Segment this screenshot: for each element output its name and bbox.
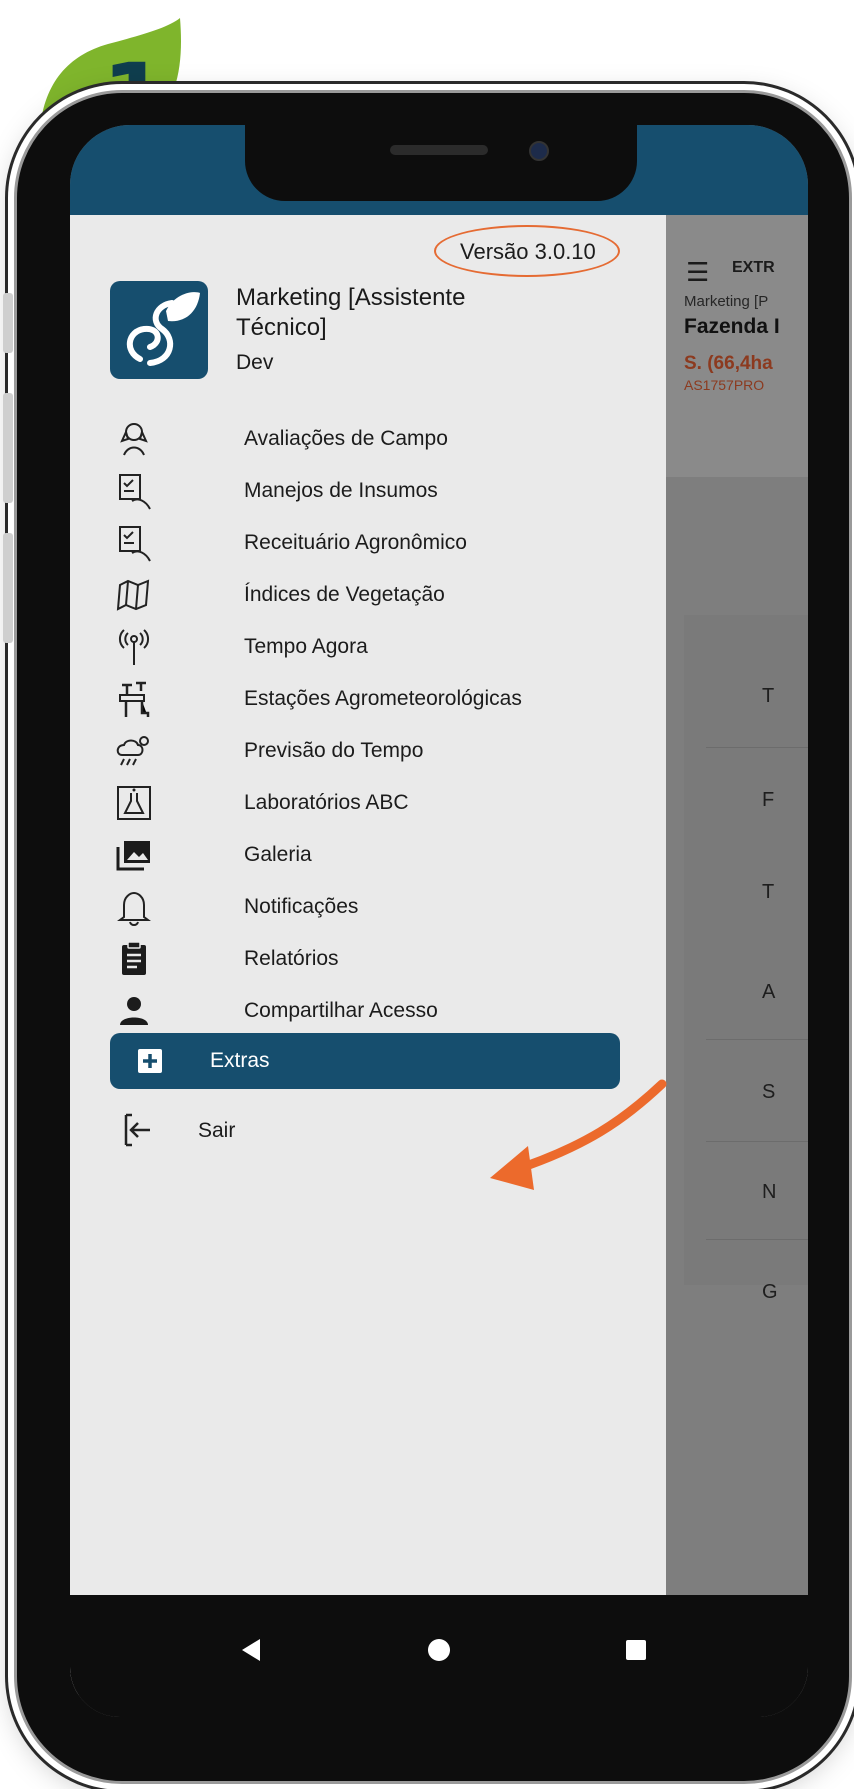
logout-icon xyxy=(116,1109,158,1151)
menu-item-label: Estações Agrometeorológicas xyxy=(244,687,522,710)
background-app-overlay[interactable]: ☰ EXTR Marketing [P Fazenda I S. (66,4ha… xyxy=(666,215,808,1695)
annotation-arrow-icon xyxy=(490,1079,667,1190)
gallery-icon xyxy=(110,833,158,877)
field-evaluation-icon xyxy=(110,417,158,461)
speaker xyxy=(390,145,488,155)
background-farm-name: Fazenda I xyxy=(684,315,780,338)
phone-volume-up-button xyxy=(3,393,13,503)
divider xyxy=(706,1039,808,1040)
background-list-item: N xyxy=(762,1181,777,1203)
menu-item-label: Avaliações de Campo xyxy=(244,427,448,450)
background-list-item: A xyxy=(762,981,776,1003)
background-list-card xyxy=(684,615,808,1285)
rain-sun-cloud-icon xyxy=(110,729,158,773)
user-role: Dev xyxy=(236,351,274,374)
menu-item-receituario-agronomico[interactable]: Receituário Agronômico xyxy=(110,517,620,569)
menu-item-label: Laboratórios ABC xyxy=(244,791,409,814)
menu-item-tempo-agora[interactable]: Tempo Agora xyxy=(110,621,620,673)
menu-item-estacoes-agrometeorologicas[interactable]: Estações Agrometeorológicas xyxy=(110,673,620,725)
menu-item-compartilhar-acesso[interactable]: Compartilhar Acesso xyxy=(110,985,620,1037)
phone-volume-down-button xyxy=(3,533,13,643)
menu-item-relatorios[interactable]: Relatórios xyxy=(110,933,620,985)
vegetation-map-icon xyxy=(110,573,158,617)
menu-item-avaliacoes-de-campo[interactable]: Avaliações de Campo xyxy=(110,413,620,465)
person-icon xyxy=(110,989,158,1033)
hamburger-menu-icon[interactable]: ☰ xyxy=(686,257,709,288)
menu-item-label: Notificações xyxy=(244,895,359,918)
clipboard-icon xyxy=(110,937,158,981)
background-page-title: EXTR xyxy=(732,259,775,276)
status-bar xyxy=(70,125,808,215)
logout-label: Sair xyxy=(198,1119,236,1142)
divider xyxy=(706,1141,808,1142)
menu-item-laboratorios-abc[interactable]: Laboratórios ABC xyxy=(110,777,620,829)
navigation-drawer: Versão 3.0.10 Marketing [Assistente Técn… xyxy=(70,215,666,1695)
sprout-logo-icon xyxy=(127,292,200,366)
background-farm-code: AS1757PRO xyxy=(684,377,765,393)
menu-item-label: Tempo Agora xyxy=(244,635,368,658)
background-list-item: T xyxy=(762,881,775,903)
background-list-item: F xyxy=(762,789,775,811)
menu-item-label: Manejos de Insumos xyxy=(244,479,438,502)
lab-flask-icon xyxy=(110,781,158,825)
app-logo xyxy=(110,281,208,379)
background-subtitle: Marketing [P xyxy=(684,293,769,310)
home-icon[interactable] xyxy=(428,1639,450,1661)
app-version: Versão 3.0.10 xyxy=(460,239,596,264)
background-app-header: ☰ EXTR Marketing [P Fazenda I S. (66,4ha… xyxy=(666,215,808,477)
plus-box-icon xyxy=(126,1039,174,1083)
recent-apps-icon[interactable] xyxy=(626,1640,646,1660)
weather-station-icon xyxy=(110,677,158,721)
menu-item-label: Relatórios xyxy=(244,947,339,970)
prescription-hand-icon xyxy=(110,521,158,565)
menu-item-label: Extras xyxy=(210,1049,270,1072)
logout-button[interactable]: Sair xyxy=(116,1109,316,1153)
menu-item-label: Receituário Agronômico xyxy=(244,531,467,554)
divider xyxy=(706,1239,808,1240)
notch xyxy=(245,125,637,201)
user-name: Marketing [Assistente Técnico] xyxy=(236,284,466,341)
back-icon[interactable] xyxy=(242,1639,260,1661)
background-list-item: T xyxy=(762,685,775,707)
divider xyxy=(706,747,808,748)
front-camera-icon xyxy=(529,141,549,161)
menu-item-manejos-de-insumos[interactable]: Manejos de Insumos xyxy=(110,465,620,517)
menu-item-notificacoes[interactable]: Notificações xyxy=(110,881,620,933)
phone-screen: ☰ EXTR Marketing [P Fazenda I S. (66,4ha… xyxy=(70,125,808,1717)
menu-item-galeria[interactable]: Galeria xyxy=(110,829,620,881)
menu-item-label: Galeria xyxy=(244,843,312,866)
checklist-hand-icon xyxy=(110,469,158,513)
menu-item-previsao-do-tempo[interactable]: Previsão do Tempo xyxy=(110,725,620,777)
antenna-icon xyxy=(110,625,158,669)
phone-mute-button xyxy=(3,293,13,353)
menu-item-indices-de-vegetacao[interactable]: Índices de Vegetação xyxy=(110,569,620,621)
system-navigation-bar xyxy=(70,1595,808,1717)
background-farm-area: S. (66,4ha xyxy=(684,353,773,374)
background-list-item: G xyxy=(762,1281,778,1303)
menu-item-label: Compartilhar Acesso xyxy=(244,999,438,1022)
menu-item-label: Previsão do Tempo xyxy=(244,739,424,762)
bell-icon xyxy=(110,885,158,929)
menu-item-label: Índices de Vegetação xyxy=(244,583,445,606)
background-list-item: S xyxy=(762,1081,776,1103)
